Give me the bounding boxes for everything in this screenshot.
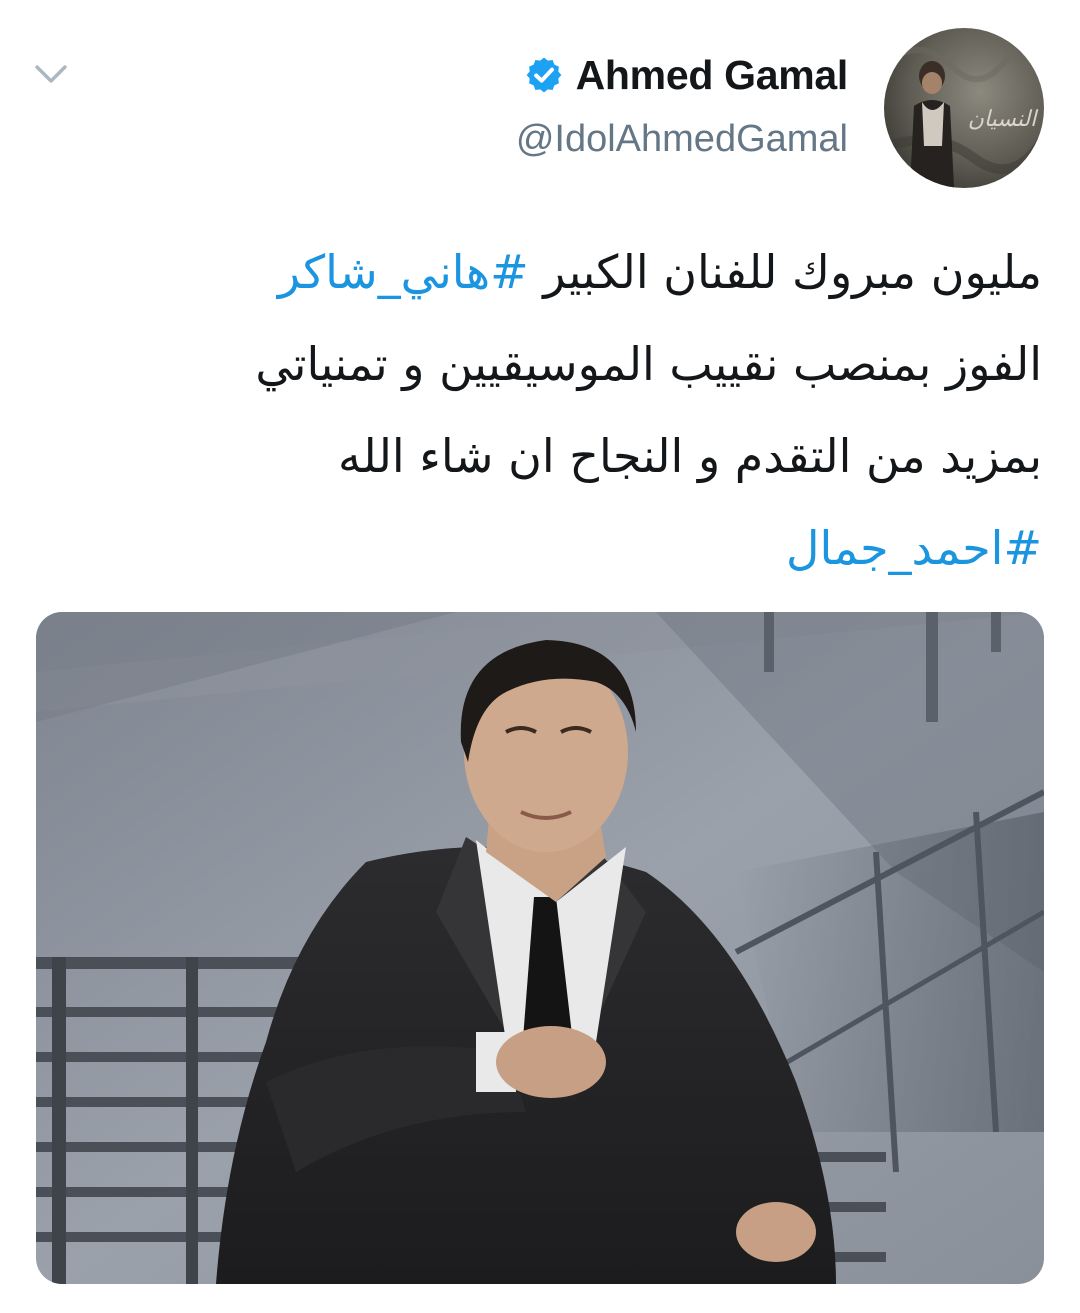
tweet-text: مليون مبروك للفنان الكبير #هاني_شاكر الف… (42, 226, 1042, 594)
tweet-header: Ahmed Gamal @IdolAhmedGamal النسيان (516, 28, 1044, 188)
tweet-text-segment: بمزيد من التقدم و النجاح ان شاء الله (337, 429, 1042, 483)
tweet-text-line: #احمد_جمال (42, 502, 1042, 594)
tweet-text-line: مليون مبروك للفنان الكبير #هاني_شاكر (42, 226, 1042, 318)
verified-badge-icon (526, 57, 561, 93)
display-name[interactable]: Ahmed Gamal (576, 52, 849, 99)
tweet-card: Ahmed Gamal @IdolAhmedGamal النسيان مليو… (0, 0, 1080, 1313)
hashtag-link[interactable]: #احمد_جمال (786, 521, 1042, 575)
tweet-text-segment: الفوز بمنصب نقييب الموسيقيين و تمنياتي (255, 337, 1042, 391)
avatar-overlay-text: النسيان (968, 107, 1039, 132)
user-handle[interactable]: @IdolAhmedGamal (516, 118, 848, 161)
tweet-text-line: بمزيد من التقدم و النجاح ان شاء الله (42, 410, 1042, 502)
display-name-row[interactable]: Ahmed Gamal (524, 46, 848, 104)
avatar[interactable]: النسيان (884, 28, 1044, 188)
tweet-text-line: الفوز بمنصب نقييب الموسيقيين و تمنياتي (42, 318, 1042, 410)
hashtag-link[interactable]: #هاني_شاكر (278, 245, 529, 299)
tweet-text-segment: مليون مبروك للفنان الكبير (528, 245, 1042, 299)
chevron-down-icon[interactable] (34, 62, 68, 86)
tweet-media-photo[interactable] (36, 612, 1044, 1284)
author-names: Ahmed Gamal @IdolAhmedGamal (516, 46, 848, 161)
